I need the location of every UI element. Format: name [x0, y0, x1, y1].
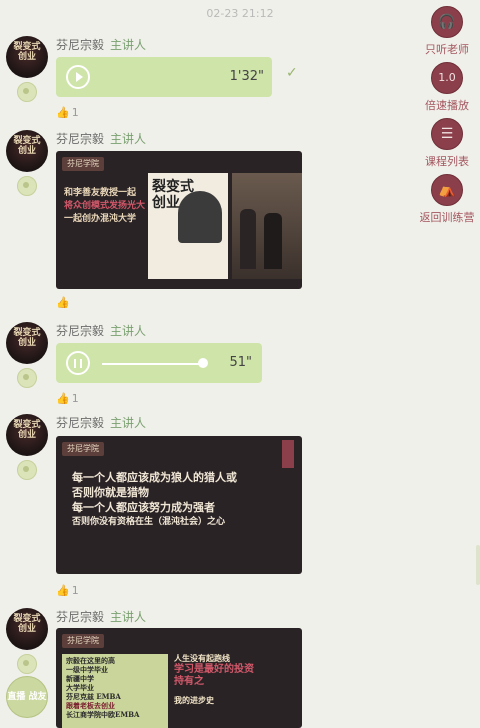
speaker-role: 主讲人: [110, 324, 147, 338]
pause-icon: [74, 359, 82, 368]
book-cover: 裂变式创业: [148, 173, 228, 279]
play-button[interactable]: [66, 65, 90, 89]
headphones-icon: 🎧: [431, 6, 463, 38]
playback-speed-button[interactable]: 1.0 倍速播放: [414, 62, 480, 113]
timeline-line: 跟着老板去创业: [66, 701, 115, 710]
timeline-line: 一级中学毕业: [66, 665, 108, 674]
like-row[interactable]: 👍 1: [56, 106, 79, 119]
audio-bubble[interactable]: 51": [56, 343, 262, 383]
speaker-badge: [17, 82, 37, 102]
progress-knob[interactable]: [197, 358, 208, 368]
avatar[interactable]: 裂变式 创业: [6, 322, 48, 364]
timeline-line: 大学毕业: [66, 683, 94, 692]
back-to-camp-button[interactable]: ⛺ 返回训练营: [414, 174, 480, 225]
quote-line: 每一个人都应该成为狼人的猎人或: [72, 471, 237, 484]
timeline-line: 宗毅在这里的高: [66, 656, 115, 665]
image-card[interactable]: 芬尼学院 和李善友教授一起 将众创模式发扬光大 一起创办混沌大学 裂变式创业: [56, 151, 302, 289]
thumb-icon: 👍: [56, 584, 70, 597]
thumb-icon: 👍: [56, 392, 70, 405]
speaker-badge: [17, 460, 37, 480]
audio-duration: 1'32": [229, 69, 264, 84]
live-badge[interactable]: 直播 战友: [6, 676, 48, 718]
message-image-3: 裂变式 创业 芬尼宗毅 主讲人 芬尼学院 宗毅在这里的高 一级中学毕业 新疆中学 …: [0, 608, 420, 728]
check-icon: ✓: [286, 65, 298, 81]
quote-line: 每一个人都应该努力成为强者: [72, 501, 215, 514]
speaker-name: 芬尼宗毅: [56, 416, 105, 430]
thumb-icon: 👍: [56, 106, 70, 119]
speaker-badge: [17, 368, 37, 388]
speaker-name: 芬尼宗毅: [56, 132, 105, 146]
avatar[interactable]: 裂变式 创业: [6, 130, 48, 172]
message-image-2: 裂变式 创业 芬尼宗毅 主讲人 芬尼学院 每一个人都应该成为狼人的猎人或 否则你就…: [0, 414, 420, 604]
play-icon: [76, 72, 83, 82]
brand-tag: 芬尼学院: [62, 442, 104, 456]
speaker-role: 主讲人: [110, 38, 147, 52]
speed-icon: 1.0: [431, 62, 463, 94]
audio-bubble[interactable]: 1'32": [56, 57, 272, 97]
like-row[interactable]: 👍 1: [56, 584, 79, 597]
listen-teacher-only-button[interactable]: 🎧 只听老师: [414, 6, 480, 57]
avatar[interactable]: 裂变式 创业: [6, 36, 48, 78]
course-list-button[interactable]: ☰ 课程列表: [414, 118, 480, 169]
thumb-icon: 👍: [56, 296, 70, 309]
message-image-1: 裂变式 创业 芬尼宗毅 主讲人 芬尼学院 和李善友教授一起 将众创模式发扬光大 一…: [0, 130, 420, 310]
speaker-name-row: 芬尼宗毅 主讲人: [56, 322, 146, 339]
like-row[interactable]: 👍 1: [56, 392, 79, 405]
speaker-name-row: 芬尼宗毅 主讲人: [56, 608, 146, 625]
pause-button[interactable]: [66, 351, 90, 375]
tent-icon: ⛺: [431, 174, 463, 206]
timestamp: 02-23 21:12: [206, 7, 274, 20]
brand-tag: 芬尼学院: [62, 634, 104, 648]
speaker-role: 主讲人: [110, 132, 147, 146]
speaker-role: 主讲人: [110, 610, 147, 624]
brand-tag: 芬尼学院: [62, 157, 104, 171]
list-icon: ☰: [431, 118, 463, 150]
slogan-line: 人生没有起跑线: [174, 653, 230, 663]
timeline-line: 新疆中学: [66, 674, 94, 683]
image-card[interactable]: 芬尼学院 宗毅在这里的高 一级中学毕业 新疆中学 大学毕业 芬尼克兹 EMBA …: [56, 628, 302, 728]
speaker-role: 主讲人: [110, 416, 147, 430]
timeline-line: 芬尼克兹 EMBA: [66, 692, 121, 701]
timeline-line: 长江商学院中欧EMBA: [66, 710, 140, 719]
speaker-badge: [17, 176, 37, 196]
speaker-badge: [17, 654, 37, 674]
slogan-line: 我的进步史: [174, 695, 214, 705]
audio-progress[interactable]: [102, 363, 203, 365]
image-card[interactable]: 芬尼学院 每一个人都应该成为狼人的猎人或 否则你就是猎物 每一个人都应该努力成为…: [56, 436, 302, 574]
quote-line: 否则你没有资格在生（混沌社会）之心: [72, 517, 226, 527]
speaker-name: 芬尼宗毅: [56, 38, 105, 52]
avatar[interactable]: 裂变式 创业: [6, 414, 48, 456]
slogan-line: 学习是最好的投资: [174, 664, 254, 675]
speaker-name-row: 芬尼宗毅 主讲人: [56, 414, 146, 431]
photo: [232, 173, 302, 279]
slogan-line: 持有之: [174, 676, 204, 687]
scrollbar-handle[interactable]: [476, 545, 480, 585]
audio-duration: 51": [229, 355, 252, 370]
speaker-name: 芬尼宗毅: [56, 610, 105, 624]
message-audio-1: 裂变式 创业 芬尼宗毅 主讲人 1'32" ✓ 👍 1: [0, 36, 420, 126]
speaker-name: 芬尼宗毅: [56, 324, 105, 338]
like-row[interactable]: 👍: [56, 296, 70, 309]
speaker-name-row: 芬尼宗毅 主讲人: [56, 36, 146, 53]
message-audio-2: 裂变式 创业 芬尼宗毅 主讲人 51" 👍 1: [0, 322, 420, 412]
quote-line: 否则你就是猎物: [72, 486, 149, 499]
avatar[interactable]: 裂变式 创业: [6, 608, 48, 650]
speaker-name-row: 芬尼宗毅 主讲人: [56, 130, 146, 147]
